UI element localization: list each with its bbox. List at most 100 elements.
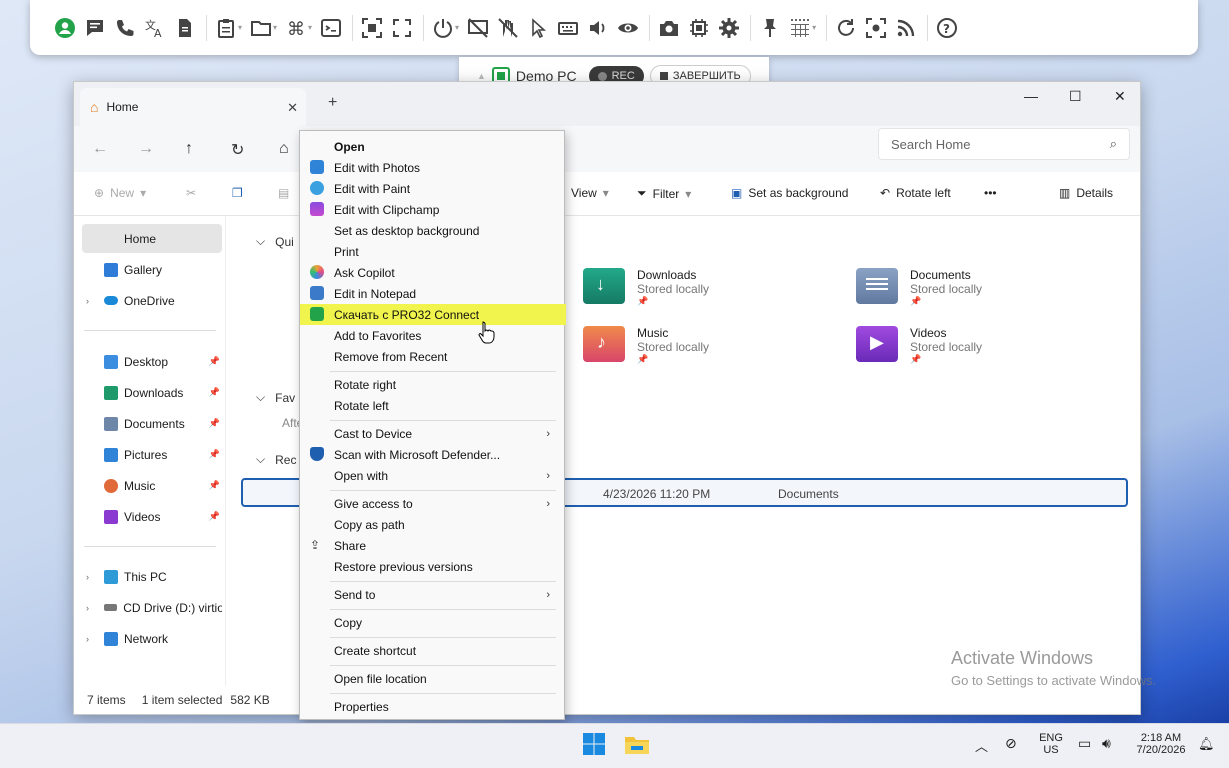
menu-item-open-location[interactable]: Open file location <box>304 668 560 689</box>
tab-home[interactable]: ⌂ Home ✕ <box>80 88 306 126</box>
phone-icon[interactable] <box>114 13 136 43</box>
display-icon[interactable]: ▭ <box>1078 735 1091 752</box>
menu-item-send-to[interactable]: Send to › <box>304 584 560 605</box>
sidebar-item-documents[interactable]: Documents 📌 <box>82 409 222 438</box>
folder-downloads[interactable]: ↓ Downloads Stored locally 📌 <box>583 268 709 307</box>
menu-item-ask-copilot[interactable]: Ask Copilot <box>304 262 560 283</box>
collapse-icon[interactable]: ▲ <box>477 71 486 81</box>
pin-icon[interactable] <box>759 13 781 43</box>
chevron-right-icon[interactable]: › <box>86 296 89 306</box>
fullscreen-icon[interactable] <box>391 13 413 43</box>
translate-icon[interactable]: 文A <box>144 13 166 43</box>
cut-icon[interactable]: ✂ <box>186 186 196 200</box>
screenshot-icon[interactable] <box>658 13 680 43</box>
menu-item-copy[interactable]: Copy <box>304 612 560 633</box>
back-icon[interactable]: ← <box>92 140 108 158</box>
forward-icon[interactable]: → <box>138 140 154 158</box>
menu-item-remove-recent[interactable]: Remove from Recent <box>304 346 560 367</box>
menu-item-scan-defender[interactable]: Scan with Microsoft Defender... <box>304 444 560 465</box>
section-favorites[interactable]: ⌵ Fav <box>256 390 295 405</box>
menu-item-cast-device[interactable]: Cast to Device › <box>304 423 560 444</box>
menu-item-pro32-download[interactable]: Скачать с PRO32 Connect <box>300 304 566 325</box>
sidebar-item-home[interactable]: Home <box>82 224 222 253</box>
pointer-icon[interactable] <box>527 13 549 43</box>
terminal-icon[interactable] <box>320 13 342 43</box>
menu-item-copy-path[interactable]: Copy as path <box>304 514 560 535</box>
volume-icon[interactable] <box>587 13 609 43</box>
chat-icon[interactable] <box>84 13 106 43</box>
language-indicator[interactable]: ENG US <box>1036 732 1066 756</box>
view-button[interactable]: View ▾ <box>571 186 609 200</box>
address-home-icon[interactable]: ⌂ <box>279 140 289 158</box>
folder-videos[interactable]: ▶ Videos Stored locally 📌 <box>856 326 982 365</box>
sidebar-item-this-pc[interactable]: › This PC <box>82 562 222 591</box>
section-quick-access[interactable]: ⌵ Qui <box>256 234 294 249</box>
sidebar-item-music[interactable]: Music 📌 <box>82 471 222 500</box>
clock[interactable]: 2:18 AM 7/20/2026 <box>1130 732 1192 756</box>
sidebar-item-gallery[interactable]: Gallery <box>82 255 222 284</box>
scan-icon[interactable] <box>865 13 887 43</box>
minimize-icon[interactable]: — <box>1024 88 1038 104</box>
clipboard-icon[interactable]: ▾ <box>215 13 242 43</box>
menu-item-edit-paint[interactable]: Edit with Paint <box>304 178 560 199</box>
keyboard-icon[interactable] <box>557 13 579 43</box>
speaker-icon[interactable]: 🔊︎ <box>1102 735 1111 752</box>
new-button[interactable]: ⊕ New ▾ <box>94 186 146 200</box>
section-recent[interactable]: ⌵ Rec <box>256 452 296 467</box>
grid-icon[interactable]: ▾ <box>789 13 816 43</box>
new-tab-icon[interactable]: + <box>328 94 337 112</box>
menu-item-open-with[interactable]: Open with › <box>304 465 560 486</box>
close-tab-icon[interactable]: ✕ <box>287 100 298 116</box>
menu-item-print[interactable]: Print <box>304 241 560 262</box>
notification-bell-icon[interactable]: 🔔︎ <box>1198 736 1215 752</box>
menu-item-restore-versions[interactable]: Restore previous versions <box>304 556 560 577</box>
file-explorer-taskbar-icon[interactable] <box>623 732 651 761</box>
copy-icon[interactable]: ❐ <box>232 186 243 200</box>
sidebar-item-videos[interactable]: Videos 📌 <box>82 502 222 531</box>
sidebar-item-onedrive[interactable]: › OneDrive <box>82 286 222 315</box>
display-off-icon[interactable] <box>467 13 489 43</box>
chevron-right-icon[interactable]: › <box>86 603 89 613</box>
user-status-icon[interactable] <box>54 13 76 43</box>
menu-item-edit-notepad[interactable]: Edit in Notepad <box>304 283 560 304</box>
start-button[interactable] <box>582 732 606 759</box>
help-icon[interactable]: ? <box>936 13 958 43</box>
view-icon[interactable] <box>617 13 639 43</box>
search-input[interactable]: Search Home ⌕ <box>878 128 1130 160</box>
sidebar-item-desktop[interactable]: Desktop 📌 <box>82 347 222 376</box>
sidebar-item-network[interactable]: › Network <box>82 624 222 653</box>
folder-music[interactable]: ♪ Music Stored locally 📌 <box>583 326 709 365</box>
menu-item-share[interactable]: ⇪ Share <box>304 535 560 556</box>
show-hidden-icons[interactable]: ︿ <box>975 736 988 755</box>
folder-documents[interactable]: Documents Stored locally 📌 <box>856 268 982 307</box>
up-icon[interactable]: ↑ <box>185 140 193 158</box>
command-icon[interactable]: ⌘ ▾ <box>285 13 312 43</box>
menu-item-set-background[interactable]: Set as desktop background <box>304 220 560 241</box>
chevron-right-icon[interactable]: › <box>86 634 89 644</box>
menu-item-edit-clipchamp[interactable]: Edit with Clipchamp <box>304 199 560 220</box>
menu-item-properties[interactable]: Properties <box>304 696 560 717</box>
set-background-button[interactable]: ▣ Set as background <box>731 186 848 200</box>
menu-item-add-favorites[interactable]: Add to Favorites <box>304 325 560 346</box>
refresh-icon[interactable] <box>835 13 857 43</box>
block-input-icon[interactable] <box>497 13 519 43</box>
rotate-left-button[interactable]: ↶ Rotate left <box>880 186 951 200</box>
power-icon[interactable]: ▾ <box>432 13 459 43</box>
fit-screen-icon[interactable] <box>361 13 383 43</box>
sidebar-item-pictures[interactable]: Pictures 📌 <box>82 440 222 469</box>
menu-item-edit-photos[interactable]: Edit with Photos <box>304 157 560 178</box>
sidebar-item-downloads[interactable]: Downloads 📌 <box>82 378 222 407</box>
menu-item-give-access[interactable]: Give access to › <box>304 493 560 514</box>
network-off-icon[interactable]: ⊘ <box>1005 735 1017 752</box>
menu-item-rotate-right[interactable]: Rotate right <box>304 374 560 395</box>
menu-item-create-shortcut[interactable]: Create shortcut <box>304 640 560 661</box>
more-button[interactable]: ••• <box>984 186 997 200</box>
refresh-icon[interactable]: ↻ <box>231 140 244 160</box>
chevron-right-icon[interactable]: › <box>86 572 89 582</box>
document-icon[interactable] <box>174 13 196 43</box>
sidebar-item-cd-drive[interactable]: › CD Drive (D:) virtio- <box>82 593 222 622</box>
feed-icon[interactable] <box>895 13 917 43</box>
details-button[interactable]: ▥ Details <box>1059 186 1113 200</box>
filter-button[interactable]: ⏷ Filter ▾ <box>637 186 691 201</box>
maximize-icon[interactable]: ☐ <box>1069 88 1082 105</box>
